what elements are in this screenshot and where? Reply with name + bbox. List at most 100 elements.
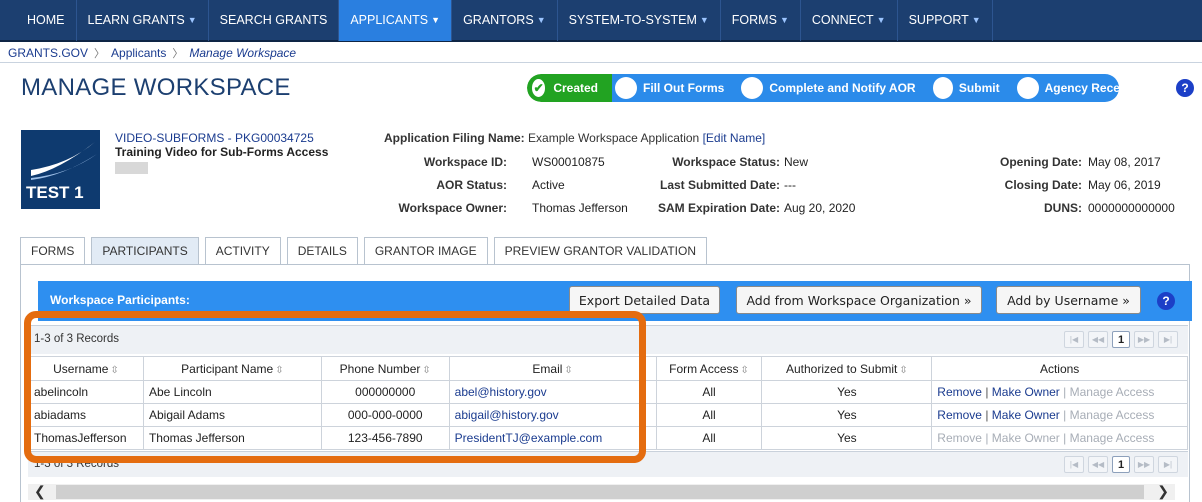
package-link[interactable]: VIDEO-SUBFORMS - PKG00034725 bbox=[115, 131, 314, 145]
opening-date-value: May 08, 2017 bbox=[1088, 155, 1161, 169]
previous-page-icon[interactable]: ◀◀ bbox=[1088, 456, 1108, 473]
nav-connect[interactable]: CONNECT ▼ bbox=[801, 0, 898, 41]
label: AOR Status: bbox=[436, 178, 507, 192]
breadcrumb-separator-icon: 〉 bbox=[94, 48, 106, 60]
caret-down-icon: ▼ bbox=[431, 15, 441, 25]
duns-label: DUNS: bbox=[1044, 201, 1082, 215]
last-page-icon[interactable]: ▶| bbox=[1158, 456, 1178, 473]
column-label: Form Access bbox=[669, 361, 739, 376]
nav-forms[interactable]: FORMS ▼ bbox=[721, 0, 801, 41]
separator: | bbox=[985, 431, 989, 445]
current-page[interactable]: 1 bbox=[1112, 456, 1130, 473]
nav-search-grants[interactable]: SEARCH GRANTS bbox=[209, 0, 340, 41]
add-from-organization-button[interactable]: Add from Workspace Organization » bbox=[736, 286, 982, 314]
last-submitted-label: Last Submitted Date: bbox=[660, 178, 780, 192]
make-owner-link[interactable]: Make Owner bbox=[992, 408, 1060, 422]
nav-label: SUPPORT bbox=[908, 13, 969, 27]
cell-actions: Remove | Make Owner | Manage Access bbox=[931, 403, 1188, 427]
tab-participants[interactable]: PARTICIPANTS bbox=[91, 237, 199, 264]
current-page[interactable]: 1 bbox=[1112, 331, 1130, 348]
caret-down-icon: ▼ bbox=[536, 15, 546, 25]
remove-link[interactable]: Remove bbox=[937, 385, 982, 399]
help-icon[interactable]: ? bbox=[1176, 79, 1194, 97]
last-page-icon[interactable]: ▶| bbox=[1158, 331, 1178, 348]
nav-grantors[interactable]: GRANTORS ▼ bbox=[452, 0, 558, 41]
nav-learn-grants[interactable]: LEARN GRANTS ▼ bbox=[77, 0, 209, 41]
agency-logo: TEST 1 bbox=[21, 130, 100, 209]
aor-status-label: AOR Status: bbox=[436, 178, 507, 192]
first-page-icon[interactable]: |◀ bbox=[1064, 331, 1084, 348]
closing-date-value: May 06, 2019 bbox=[1088, 178, 1161, 192]
tab-grantor-image[interactable]: GRANTOR IMAGE bbox=[363, 237, 488, 264]
caret-down-icon: ▼ bbox=[699, 15, 709, 25]
label: Workspace Status: bbox=[672, 155, 780, 169]
separator: | bbox=[1063, 385, 1067, 399]
label: SAM Expiration Date: bbox=[657, 201, 780, 215]
horizontal-scrollbar[interactable]: ❮ ❯ bbox=[28, 483, 1175, 500]
step-label: Submit bbox=[958, 81, 1000, 95]
help-icon[interactable]: ? bbox=[1157, 292, 1175, 310]
sort-icon: ⇳ bbox=[899, 364, 908, 376]
step-circle-icon bbox=[1016, 77, 1039, 99]
divider bbox=[0, 62, 1202, 63]
workspace-status-value: New bbox=[784, 155, 809, 169]
page-title: MANAGE WORKSPACE bbox=[21, 74, 291, 101]
sam-expiration-value: Aug 20, 2020 bbox=[784, 201, 856, 215]
duns-value: 0000000000000 bbox=[1088, 201, 1175, 215]
nav-applicants[interactable]: APPLICANTS ▼ bbox=[339, 0, 453, 41]
breadcrumb-applicants[interactable]: Applicants bbox=[111, 46, 166, 60]
cell-form-access: All bbox=[655, 380, 763, 404]
breadcrumb-grants-gov[interactable]: GRANTS.GOV bbox=[8, 46, 88, 60]
next-page-icon[interactable]: ▶▶ bbox=[1134, 331, 1154, 348]
sort-icon: ⇳ bbox=[740, 364, 749, 376]
opening-date-label: Opening Date: bbox=[1000, 155, 1082, 169]
add-by-username-button[interactable]: Add by Username » bbox=[996, 286, 1141, 314]
make-owner-link: Make Owner bbox=[991, 431, 1060, 445]
workspace-id-value: WS00010875 bbox=[532, 155, 605, 169]
next-page-icon[interactable]: ▶▶ bbox=[1134, 456, 1154, 473]
export-detailed-data-button[interactable]: Export Detailed Data bbox=[569, 286, 720, 314]
manage-access-link: Manage Access bbox=[1069, 408, 1155, 422]
step-label: Agency Received bbox=[1044, 81, 1119, 95]
workspace-tabs: FORMS PARTICIPANTS ACTIVITY DETAILS GRAN… bbox=[20, 237, 713, 264]
checkmark-icon: ✔ bbox=[530, 77, 548, 99]
separator: | bbox=[1063, 408, 1067, 422]
nav-system-to-system[interactable]: SYSTEM-TO-SYSTEM ▼ bbox=[558, 0, 721, 41]
nav-label: SYSTEM-TO-SYSTEM bbox=[568, 13, 697, 27]
aor-status-value: Active bbox=[532, 178, 565, 192]
remove-link[interactable]: Remove bbox=[937, 408, 982, 422]
previous-page-icon[interactable]: ◀◀ bbox=[1088, 331, 1108, 348]
scroll-left-icon[interactable]: ❮ bbox=[34, 483, 46, 500]
nav-label: CONNECT bbox=[811, 13, 874, 27]
breadcrumb: GRANTS.GOV 〉 Applicants 〉 Manage Workspa… bbox=[8, 45, 296, 61]
cell-authorized: Yes bbox=[761, 403, 933, 427]
make-owner-link[interactable]: Make Owner bbox=[992, 385, 1060, 399]
scrollbar-thumb[interactable] bbox=[56, 485, 1144, 499]
nav-label: FORMS bbox=[731, 13, 777, 27]
closing-date-label: Closing Date: bbox=[1005, 178, 1082, 192]
cell-authorized: Yes bbox=[761, 426, 933, 450]
tab-details[interactable]: DETAILS bbox=[286, 237, 358, 264]
edit-name-link[interactable]: [Edit Name] bbox=[703, 131, 766, 145]
filing-name-value: Example Workspace Application bbox=[528, 131, 700, 145]
label: Workspace ID: bbox=[423, 155, 507, 169]
nav-support[interactable]: SUPPORT ▼ bbox=[898, 0, 993, 41]
remove-link: Remove bbox=[937, 431, 982, 445]
sam-expiration-label: SAM Expiration Date: bbox=[658, 201, 780, 215]
tab-preview-grantor-validation[interactable]: PREVIEW GRANTOR VALIDATION bbox=[493, 237, 708, 264]
column-header-authorized[interactable]: Authorized to Submit ⇳ bbox=[761, 356, 933, 381]
scroll-right-icon[interactable]: ❯ bbox=[1157, 483, 1169, 500]
first-page-icon[interactable]: |◀ bbox=[1064, 456, 1084, 473]
column-header-form-access[interactable]: Form Access ⇳ bbox=[655, 356, 763, 381]
step-fill-out-forms: Fill Out Forms bbox=[612, 74, 739, 102]
step-label: Fill Out Forms bbox=[643, 81, 725, 95]
nav-label: HOME bbox=[27, 13, 65, 27]
tab-activity[interactable]: ACTIVITY bbox=[204, 237, 281, 264]
separator: | bbox=[1063, 431, 1067, 445]
step-agency-received: Agency Received bbox=[1013, 74, 1119, 102]
step-circle-icon bbox=[615, 77, 637, 99]
nav-home[interactable]: HOME bbox=[16, 0, 77, 41]
tab-forms[interactable]: FORMS bbox=[20, 237, 86, 264]
label: DUNS: bbox=[1044, 201, 1082, 215]
breadcrumb-current: Manage Workspace bbox=[189, 46, 297, 60]
